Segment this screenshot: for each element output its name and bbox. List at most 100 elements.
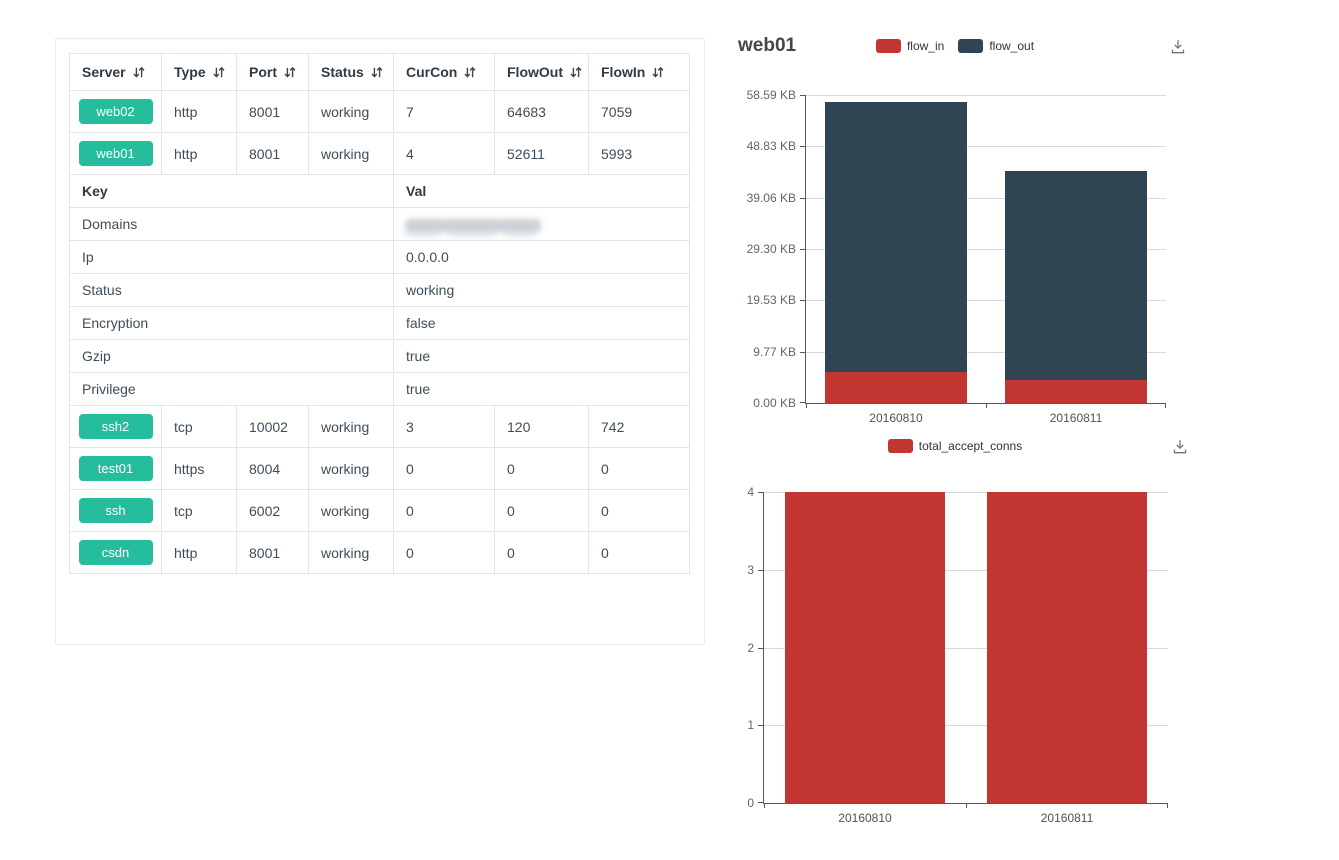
table-cell: working <box>309 448 394 490</box>
column-header-status[interactable]: Status <box>309 54 394 91</box>
y-axis-tick <box>758 802 763 803</box>
server-name-cell: test01 <box>70 448 162 490</box>
bar-segment-flow_out[interactable] <box>825 102 967 372</box>
download-icon[interactable] <box>1170 437 1190 457</box>
redacted-blob <box>447 223 497 235</box>
server-row: test01https8004working000 <box>70 448 690 490</box>
server-row: sshtcp6002working000 <box>70 490 690 532</box>
x-axis-tick <box>1165 403 1166 408</box>
kv-val-cell: false <box>394 307 690 340</box>
legend-label: flow_in <box>907 39 944 53</box>
kv-row: Domains <box>70 208 690 241</box>
sort-icon <box>652 66 664 79</box>
server-name-cell: ssh <box>70 490 162 532</box>
legend: flow_in flow_out <box>720 39 1190 53</box>
server-name-cell: web02 <box>70 91 162 133</box>
server-button[interactable]: web02 <box>79 99 153 124</box>
bar-segment-flow_out[interactable] <box>1005 171 1147 380</box>
legend-swatch <box>888 439 913 453</box>
x-axis-tick <box>764 803 765 808</box>
redacted-blob <box>406 223 442 235</box>
y-axis-tick <box>800 352 805 353</box>
table-cell: 0 <box>495 532 589 574</box>
kv-key-header: Key <box>70 175 394 208</box>
column-header-flowin[interactable]: FlowIn <box>589 54 690 91</box>
server-button[interactable]: test01 <box>79 456 153 481</box>
dashboard-page: ServerTypePortStatusCurConFlowOutFlowIn … <box>0 0 1339 860</box>
kv-header-row: KeyVal <box>70 175 690 208</box>
table-cell: 8001 <box>237 133 309 175</box>
kv-val-cell <box>394 208 690 241</box>
bar-segment-total_accept_conns[interactable] <box>987 492 1147 803</box>
server-table-card: ServerTypePortStatusCurConFlowOutFlowIn … <box>55 38 705 645</box>
x-axis-tick <box>806 403 807 408</box>
table-cell: 0 <box>589 532 690 574</box>
table-cell: 0 <box>394 490 495 532</box>
sort-icon <box>570 66 582 79</box>
y-axis-tick <box>800 402 805 403</box>
bar-segment-flow_in[interactable] <box>1005 380 1147 403</box>
flow-chart-panel: web01 flow_inflow_out 0.00 KB9.77 KB19.5… <box>720 25 1190 425</box>
table-cell: 0 <box>495 448 589 490</box>
column-header-flowout[interactable]: FlowOut <box>495 54 589 91</box>
y-axis-tick <box>758 492 763 493</box>
table-cell: 8004 <box>237 448 309 490</box>
server-name-cell: web01 <box>70 133 162 175</box>
column-header-label: Server <box>82 64 126 80</box>
legend-item-flow_out[interactable]: flow_out <box>958 39 1034 53</box>
table-cell: 0 <box>495 490 589 532</box>
column-header-label: FlowIn <box>601 64 645 80</box>
table-cell: tcp <box>162 406 237 448</box>
x-axis-label: 20160811 <box>986 411 1166 425</box>
sort-icon <box>371 66 383 79</box>
table-cell: 6002 <box>237 490 309 532</box>
column-header-curcon[interactable]: CurCon <box>394 54 495 91</box>
flow-chart-plot-area: 0.00 KB9.77 KB19.53 KB29.30 KB39.06 KB48… <box>805 95 1166 404</box>
y-axis-tick <box>800 146 805 147</box>
table-cell: 7 <box>394 91 495 133</box>
kv-row: Gziptrue <box>70 340 690 373</box>
legend-swatch <box>876 39 901 53</box>
column-header-label: Port <box>249 64 277 80</box>
table-cell: http <box>162 532 237 574</box>
bar-segment-flow_in[interactable] <box>825 372 967 403</box>
server-button[interactable]: csdn <box>79 540 153 565</box>
legend-item-flow_in[interactable]: flow_in <box>876 39 944 53</box>
column-header-port[interactable]: Port <box>237 54 309 91</box>
table-cell: working <box>309 490 394 532</box>
kv-key-cell: Encryption <box>70 307 394 340</box>
kv-val-cell: true <box>394 373 690 406</box>
kv-val-cell: true <box>394 340 690 373</box>
column-header-server[interactable]: Server <box>70 54 162 91</box>
y-axis-tick <box>758 725 763 726</box>
y-axis-label: 9.77 KB <box>753 345 796 359</box>
y-axis-label: 0.00 KB <box>753 396 796 410</box>
kv-row: Statusworking <box>70 274 690 307</box>
server-button[interactable]: ssh <box>79 498 153 523</box>
table-cell: working <box>309 91 394 133</box>
table-cell: working <box>309 532 394 574</box>
server-button[interactable]: web01 <box>79 141 153 166</box>
legend-label: total_accept_conns <box>919 439 1022 453</box>
legend-item-total_accept_conns[interactable]: total_accept_conns <box>888 439 1022 453</box>
table-cell: 7059 <box>589 91 690 133</box>
y-axis-tick <box>800 249 805 250</box>
bar-segment-total_accept_conns[interactable] <box>785 492 945 803</box>
sort-icon <box>213 66 225 79</box>
column-header-type[interactable]: Type <box>162 54 237 91</box>
kv-key-cell: Status <box>70 274 394 307</box>
table-cell: 0 <box>394 532 495 574</box>
table-cell: 0 <box>394 448 495 490</box>
download-icon[interactable] <box>1168 37 1188 57</box>
legend-swatch <box>958 39 983 53</box>
y-axis-label: 58.59 KB <box>747 88 796 102</box>
y-axis-label: 0 <box>747 796 754 810</box>
server-row: ssh2tcp10002working3120742 <box>70 406 690 448</box>
server-button[interactable]: ssh2 <box>79 414 153 439</box>
kv-val-cell: working <box>394 274 690 307</box>
table-cell: 10002 <box>237 406 309 448</box>
table-cell: working <box>309 406 394 448</box>
x-axis-label: 20160810 <box>764 811 966 825</box>
kv-key-cell: Domains <box>70 208 394 241</box>
y-axis-tick <box>800 95 805 96</box>
